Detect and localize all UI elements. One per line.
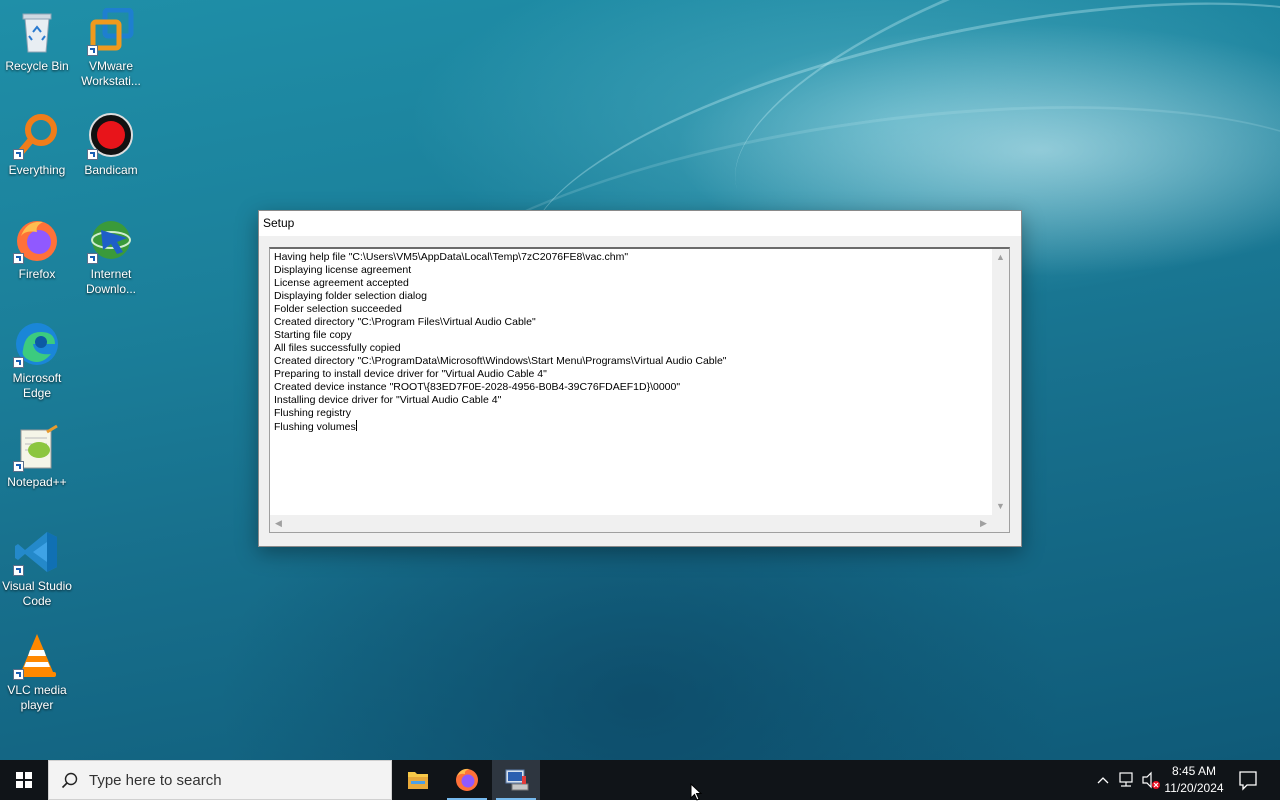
vertical-scrollbar[interactable]: ▲ ▼: [992, 249, 1009, 515]
vlc-icon: [13, 632, 61, 680]
shortcut-arrow-icon: [13, 357, 24, 368]
log-line: Flushing volumes: [274, 420, 357, 433]
shortcut-arrow-icon: [13, 253, 24, 264]
desktop-icon-label: VMware Workstati...: [81, 59, 141, 88]
shortcut-arrow-icon: [87, 149, 98, 160]
everything-search-icon: [13, 112, 61, 160]
taskbar-firefox[interactable]: [443, 760, 491, 800]
network-icon: [1119, 772, 1133, 787]
desktop-icon-internet-download-manager[interactable]: Internet Downlo...: [74, 216, 148, 297]
shortcut-arrow-icon: [13, 149, 24, 160]
log-line: All files successfully copied: [274, 342, 401, 354]
log-line: Starting file copy: [274, 329, 352, 341]
scroll-up-icon[interactable]: ▲: [992, 249, 1009, 266]
desktop-icon-label: Internet Downlo...: [85, 267, 137, 296]
setup-window[interactable]: Setup Having help file "C:\Users\VM5\App…: [258, 210, 1022, 547]
log-line: Displaying folder selection dialog: [274, 290, 427, 302]
desktop-icon-label: Microsoft Edge: [12, 371, 62, 400]
notification-icon: [1239, 771, 1257, 791]
desktop-icon-edge[interactable]: Microsoft Edge: [0, 320, 74, 401]
taskbar-search-box[interactable]: Type here to search: [48, 760, 392, 800]
setup-installer-icon: [505, 769, 529, 791]
desktop-icon-label: Everything: [8, 163, 66, 177]
log-line: Created directory "C:\Program Files\Virt…: [274, 316, 536, 328]
log-line: Created device instance "ROOT\{83ED7F0E-…: [274, 381, 681, 393]
taskbar: Type here to search 8:45 AM 11/20/2024: [0, 760, 1280, 800]
internet-download-manager-icon: [87, 216, 135, 264]
desktop-icon-label: Bandicam: [84, 163, 138, 177]
folder-icon: [408, 772, 428, 789]
network-tray-button[interactable]: [1116, 760, 1138, 800]
log-line: License agreement accepted: [274, 277, 409, 289]
log-line: Flushing registry: [274, 407, 352, 419]
firefox-icon: [456, 768, 478, 791]
taskbar-setup[interactable]: [492, 760, 540, 800]
action-center-button[interactable]: [1234, 760, 1262, 800]
log-line: Preparing to install device driver for "…: [274, 368, 547, 380]
log-content: Having help file "C:\Users\VM5\AppData\L…: [274, 251, 991, 514]
taskbar-file-explorer[interactable]: [394, 760, 442, 800]
scrollbar-corner: [992, 515, 1009, 532]
taskbar-clock[interactable]: 8:45 AM 11/20/2024: [1158, 763, 1230, 797]
bandicam-record-icon: [87, 112, 135, 160]
show-hidden-icons-button[interactable]: [1094, 760, 1112, 800]
edge-icon: [13, 320, 61, 368]
shortcut-arrow-icon: [13, 461, 24, 472]
mouse-cursor-icon: [690, 783, 703, 801]
setup-title: Setup: [259, 211, 1021, 236]
text-caret: [355, 420, 357, 431]
desktop-icon-bandicam[interactable]: Bandicam: [74, 112, 148, 178]
scroll-down-icon[interactable]: ▼: [992, 498, 1009, 515]
desktop-icon-vlc[interactable]: VLC media player: [0, 632, 74, 713]
recycle-bin-icon: [13, 8, 61, 56]
desktop-icon-label: Notepad++: [7, 475, 67, 489]
vmware-icon: [87, 7, 135, 56]
log-line: Folder selection succeeded: [274, 303, 402, 315]
scroll-left-icon[interactable]: ◀: [270, 515, 287, 532]
desktop-icon-label: Visual Studio Code: [2, 579, 72, 608]
desktop-icon-notepad-plus-plus[interactable]: Notepad++: [0, 424, 74, 490]
desktop-icon-label: VLC media player: [7, 683, 67, 712]
log-line: Having help file "C:\Users\VM5\AppData\L…: [274, 251, 629, 263]
shortcut-arrow-icon: [87, 253, 98, 264]
desktop-icon-firefox[interactable]: Firefox: [0, 216, 74, 282]
chevron-up-icon: [1097, 777, 1109, 784]
windows-logo-icon: [16, 772, 32, 788]
desktop-icon-recycle-bin[interactable]: Recycle Bin: [0, 8, 74, 74]
search-placeholder: Type here to search: [89, 772, 222, 789]
horizontal-scrollbar[interactable]: ◀ ▶: [270, 515, 992, 532]
shortcut-arrow-icon: [87, 45, 98, 56]
clock-date: 11/20/2024: [1164, 781, 1224, 795]
log-line: Displaying license agreement: [274, 264, 412, 276]
scroll-right-icon[interactable]: ▶: [975, 515, 992, 532]
desktop-icon-everything[interactable]: Everything: [0, 112, 74, 178]
shortcut-arrow-icon: [13, 565, 24, 576]
search-icon: [61, 772, 78, 789]
shortcut-arrow-icon: [13, 669, 24, 680]
log-line: Installing device driver for "Virtual Au…: [274, 394, 502, 406]
clock-time: 8:45 AM: [1171, 764, 1217, 778]
desktop-icon-label: Recycle Bin: [5, 59, 69, 73]
desktop-icon-label: Firefox: [18, 267, 56, 281]
desktop-icon-vmware[interactable]: VMware Workstati...: [74, 7, 148, 89]
vscode-icon: [13, 528, 61, 576]
log-textarea[interactable]: Having help file "C:\Users\VM5\AppData\L…: [269, 247, 1010, 533]
desktop-icon-vscode[interactable]: Visual Studio Code: [0, 528, 74, 609]
start-button[interactable]: [0, 760, 48, 800]
log-line: Created directory "C:\ProgramData\Micros…: [274, 355, 727, 367]
notepad-plus-plus-icon: [13, 424, 61, 472]
firefox-icon: [13, 216, 61, 264]
